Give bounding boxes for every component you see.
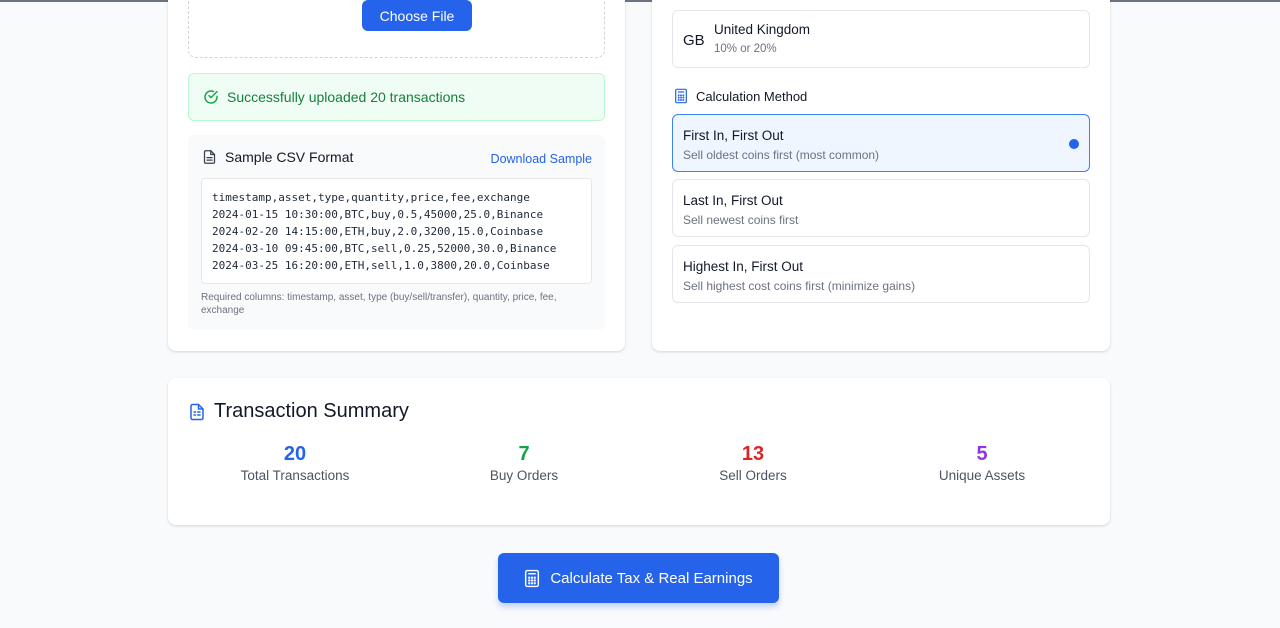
method-option-lifo[interactable]: Last In, First Out Sell newest coins fir… — [672, 179, 1090, 237]
calculator-icon — [674, 88, 688, 104]
calculator-icon — [524, 569, 540, 588]
file-spreadsheet-icon — [188, 402, 206, 422]
csv-line: 2024-03-10 09:45:00,BTC,sell,0.25,52000,… — [212, 242, 557, 255]
stat-value: 13 — [741, 443, 765, 465]
method-option-fifo[interactable]: First In, First Out Sell oldest coins fi… — [672, 114, 1090, 172]
stat-value: 5 — [976, 443, 988, 465]
stat-label: Buy Orders — [489, 468, 559, 483]
stat-unique-assets: 5 Unique Assets — [882, 442, 1082, 483]
method-name: Highest In, First Out — [683, 259, 804, 274]
summary-heading: Transaction Summary — [188, 400, 409, 423]
method-description: Sell oldest coins first (most common) — [683, 148, 880, 162]
stat-total-transactions: 20 Total Transactions — [195, 442, 395, 483]
csv-line: timestamp,asset,type,quantity,price,fee,… — [212, 191, 530, 204]
country-tax-rate: 10% or 20% — [714, 43, 777, 55]
file-text-icon — [202, 149, 217, 165]
method-option-hifo[interactable]: Highest In, First Out Sell highest cost … — [672, 245, 1090, 303]
stat-label: Total Transactions — [240, 468, 350, 483]
method-description: Sell newest coins first — [683, 213, 799, 227]
stat-buy-orders: 7 Buy Orders — [424, 442, 624, 483]
check-circle-icon — [203, 89, 219, 105]
sample-csv-header: Sample CSV Format — [202, 149, 353, 165]
country-option-gb[interactable]: GB United Kingdom 10% or 20% — [672, 10, 1090, 68]
summary-title: Transaction Summary — [214, 400, 409, 422]
calculation-method-title: Calculation Method — [696, 88, 808, 104]
csv-line: 2024-01-15 10:30:00,BTC,buy,0.5,45000,25… — [212, 208, 544, 221]
calculation-method-heading: Calculation Method — [674, 88, 807, 104]
csv-line: 2024-03-25 16:20:00,ETH,sell,1.0,3800,20… — [212, 259, 550, 272]
method-description: Sell highest cost coins first (minimize … — [683, 279, 916, 293]
selected-radio-indicator — [1069, 139, 1079, 149]
country-code: GB — [683, 32, 705, 49]
method-name: Last In, First Out — [683, 193, 783, 208]
transaction-summary-card: Transaction Summary 20 Total Transaction… — [168, 378, 1110, 525]
stat-value: 7 — [518, 443, 530, 465]
stat-label: Unique Assets — [938, 468, 1026, 483]
upload-card: Choose File Successfully uploaded 20 tra… — [168, 0, 625, 351]
stat-label: Sell Orders — [719, 468, 787, 483]
calculate-button-label: Calculate Tax & Real Earnings — [550, 569, 753, 587]
required-columns-note: Required columns: timestamp, asset, type… — [201, 292, 557, 316]
file-dropzone[interactable]: Choose File — [188, 0, 605, 58]
stat-value: 20 — [283, 443, 307, 465]
choose-file-button[interactable]: Choose File — [362, 0, 472, 31]
stat-sell-orders: 13 Sell Orders — [653, 442, 853, 483]
csv-sample-code: timestamp,asset,type,quantity,price,fee,… — [201, 178, 592, 284]
sample-csv-panel: Sample CSV Format Download Sample timest… — [188, 135, 605, 330]
sample-csv-title: Sample CSV Format — [225, 149, 354, 165]
upload-success-alert: Successfully uploaded 20 transactions — [188, 73, 605, 121]
country-name: United Kingdom — [714, 22, 811, 37]
method-name: First In, First Out — [683, 128, 784, 143]
calculate-tax-button[interactable]: Calculate Tax & Real Earnings — [498, 553, 779, 603]
success-message: Successfully uploaded 20 transactions — [227, 89, 466, 105]
settings-card: GB United Kingdom 10% or 20% Calculation… — [652, 0, 1110, 351]
download-sample-link[interactable]: Download Sample — [491, 152, 592, 166]
csv-line: 2024-02-20 14:15:00,ETH,buy,2.0,3200,15.… — [212, 225, 544, 238]
